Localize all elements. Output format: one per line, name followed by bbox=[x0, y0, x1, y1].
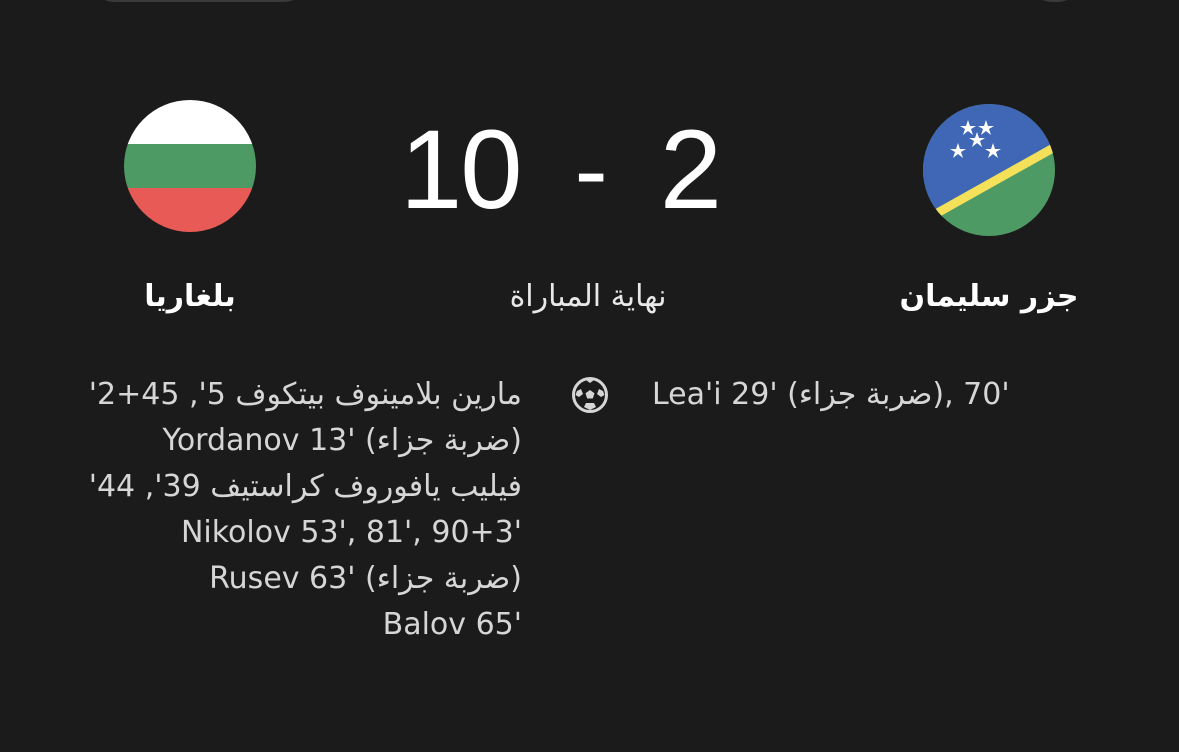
home-scorer-line: Rusev 63' (ضربة جزاء) bbox=[209, 561, 522, 596]
solomon-islands-flag-icon[interactable] bbox=[923, 104, 1055, 236]
solomon-islands-flag-graphic bbox=[923, 104, 1055, 236]
away-scorer-line: Lea'i 29' (ضربة جزاء), 70' bbox=[652, 377, 1010, 412]
away-scorers-list: Lea'i 29' (ضربة جزاء), 70' bbox=[652, 372, 1072, 418]
home-scorer-line: فيليب يافوروف كراستيف 39', 44' bbox=[88, 469, 522, 504]
bulgaria-flag-icon[interactable] bbox=[124, 100, 256, 232]
away-team-name[interactable]: جزر سليمان bbox=[880, 272, 1098, 322]
soccer-ball-graphic bbox=[572, 377, 608, 413]
match-summary-card: 10 - 2 بلغاريا نهاية المباراة جزر سليمان… bbox=[0, 0, 1179, 752]
home-score: 10 bbox=[400, 107, 523, 232]
away-score: 2 bbox=[659, 107, 722, 232]
soccer-ball-icon bbox=[571, 376, 609, 414]
bulgaria-flag-graphic bbox=[124, 100, 256, 232]
home-scorer-line: Nikolov 53', 81', 90+3' bbox=[180, 515, 522, 550]
score-separator: - bbox=[574, 114, 607, 226]
home-scorer-line: مارين بلامينوف بيتكوف 5', 45+2' bbox=[88, 377, 522, 412]
home-scorer-line: Balov 65' bbox=[382, 607, 522, 642]
home-team-name[interactable]: بلغاريا bbox=[110, 272, 270, 322]
match-score: 10 - 2 bbox=[400, 107, 722, 232]
home-scorers-list: مارين بلامينوف بيتكوف 5', 45+2' Yordanov… bbox=[0, 372, 522, 648]
match-status: نهاية المباراة bbox=[509, 279, 667, 314]
top-right-control-edge bbox=[1025, 0, 1085, 2]
top-left-control-edge bbox=[92, 0, 306, 2]
home-scorer-line: Yordanov 13' (ضربة جزاء) bbox=[162, 423, 522, 458]
